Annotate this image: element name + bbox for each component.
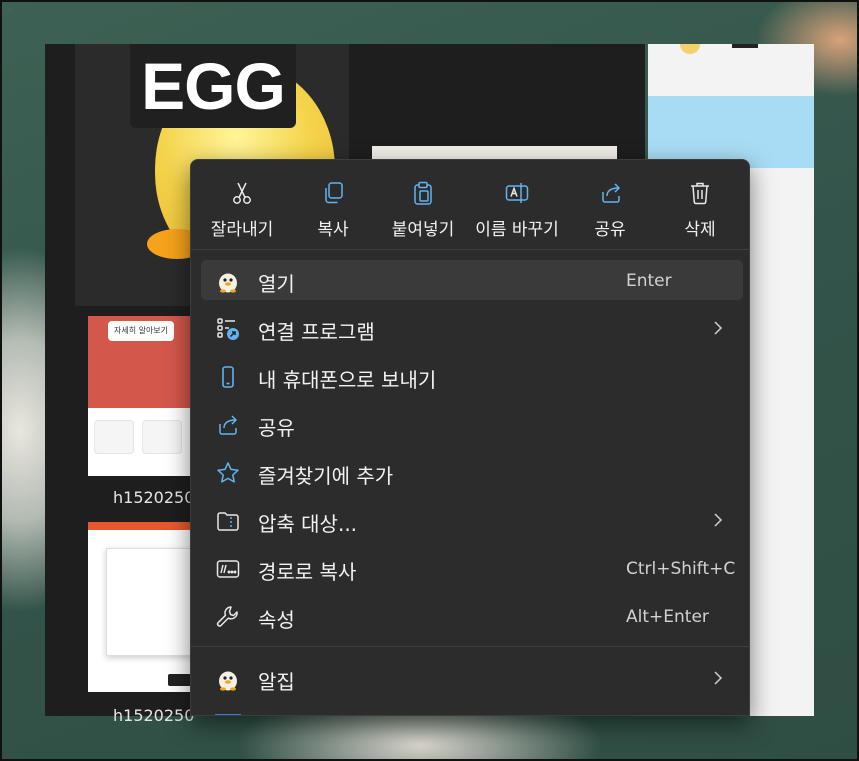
menu-item-label: 압축 대상... — [258, 512, 358, 536]
alzip-egg-icon — [215, 268, 241, 294]
menu-divider — [191, 646, 749, 647]
menu-item-label: 공유 — [258, 416, 295, 440]
menu-item-shortcut: Enter — [626, 271, 672, 291]
copy-label: 복사 — [317, 220, 349, 240]
path-icon — [215, 556, 241, 582]
file-caption: h1520250 — [113, 706, 195, 725]
cut-button[interactable]: 잘라내기 — [199, 160, 285, 248]
alzip-egg-icon — [215, 666, 241, 692]
menu-item-alzip[interactable]: 알집 — [201, 658, 743, 698]
thumb-card — [94, 420, 134, 454]
share-button[interactable]: 공유 — [567, 160, 653, 248]
menu-item-label: 경로로 복사 — [258, 560, 357, 584]
context-menu-toolbar: 잘라내기 복사 붙여넣기 이름 바꾸기 공유 삭제 — [191, 160, 749, 248]
alzip-egg-icon — [680, 44, 700, 54]
thumb-card — [142, 420, 182, 454]
file-thumbnail-web-a[interactable]: 자세히 알아보기 — [88, 316, 192, 476]
menu-item-compress-to[interactable]: 압축 대상... — [201, 500, 743, 540]
rename-icon — [504, 180, 530, 206]
wrench-icon — [215, 604, 241, 630]
next-item-icon-partial — [215, 714, 241, 715]
rename-button[interactable]: 이름 바꾸기 — [467, 160, 567, 248]
egg-logo: EGG — [130, 44, 296, 128]
menu-item-label: 내 휴대폰으로 보내기 — [258, 368, 437, 392]
thumb-button — [168, 674, 192, 686]
menu-item-open[interactable]: 열기 Enter — [201, 260, 743, 300]
scissors-icon — [229, 180, 255, 206]
menu-item-copy-path[interactable]: 경로로 복사 Ctrl+Shift+C — [201, 548, 743, 588]
menu-item-shortcut: Alt+Enter — [626, 607, 709, 627]
paste-icon — [410, 180, 436, 206]
context-menu: 잘라내기 복사 붙여넣기 이름 바꾸기 공유 삭제 열기 Enter 연결 프로… — [190, 159, 750, 716]
side-pane-bar — [732, 44, 758, 48]
file-caption: h1520250 — [113, 488, 195, 507]
paste-button[interactable]: 붙여넣기 — [379, 160, 467, 248]
menu-item-open-with[interactable]: 연결 프로그램 — [201, 308, 743, 348]
menu-item-label: 속성 — [258, 608, 295, 632]
paste-label: 붙여넣기 — [391, 220, 455, 240]
toolbar-divider — [191, 249, 749, 250]
menu-item-shortcut: Ctrl+Shift+C — [626, 559, 736, 579]
menu-item-label: 즐겨찾기에 추가 — [258, 464, 394, 488]
menu-item-add-favorites[interactable]: 즐겨찾기에 추가 — [201, 452, 743, 492]
thumb-topbar — [88, 522, 192, 530]
file-thumbnail-web-b[interactable] — [88, 522, 192, 692]
chevron-right-icon — [709, 318, 727, 338]
share-label: 공유 — [594, 220, 626, 240]
open-with-icon — [215, 316, 241, 342]
zip-folder-icon — [215, 508, 241, 534]
cut-label: 잘라내기 — [210, 220, 274, 240]
menu-item-send-to-phone[interactable]: 내 휴대폰으로 보내기 — [201, 356, 743, 396]
chevron-right-icon — [709, 668, 727, 688]
delete-label: 삭제 — [684, 220, 716, 240]
phone-icon — [215, 364, 241, 390]
menu-item-label: 연결 프로그램 — [258, 320, 375, 344]
menu-item-share[interactable]: 공유 — [201, 404, 743, 444]
rename-label: 이름 바꾸기 — [475, 220, 559, 240]
delete-button[interactable]: 삭제 — [657, 160, 743, 248]
menu-item-properties[interactable]: 속성 Alt+Enter — [201, 596, 743, 636]
share-icon — [215, 412, 241, 438]
thumb-dialog — [106, 548, 192, 656]
menu-item-label: 알집 — [258, 670, 295, 694]
star-icon — [215, 460, 241, 486]
menu-item-label: 열기 — [258, 272, 295, 296]
thumb-button: 자세히 알아보기 — [108, 321, 174, 341]
side-pane-band — [648, 96, 814, 168]
share-icon — [597, 180, 623, 206]
trash-icon — [687, 180, 713, 206]
copy-button[interactable]: 복사 — [291, 160, 375, 248]
copy-icon — [320, 180, 346, 206]
chevron-right-icon — [709, 510, 727, 530]
